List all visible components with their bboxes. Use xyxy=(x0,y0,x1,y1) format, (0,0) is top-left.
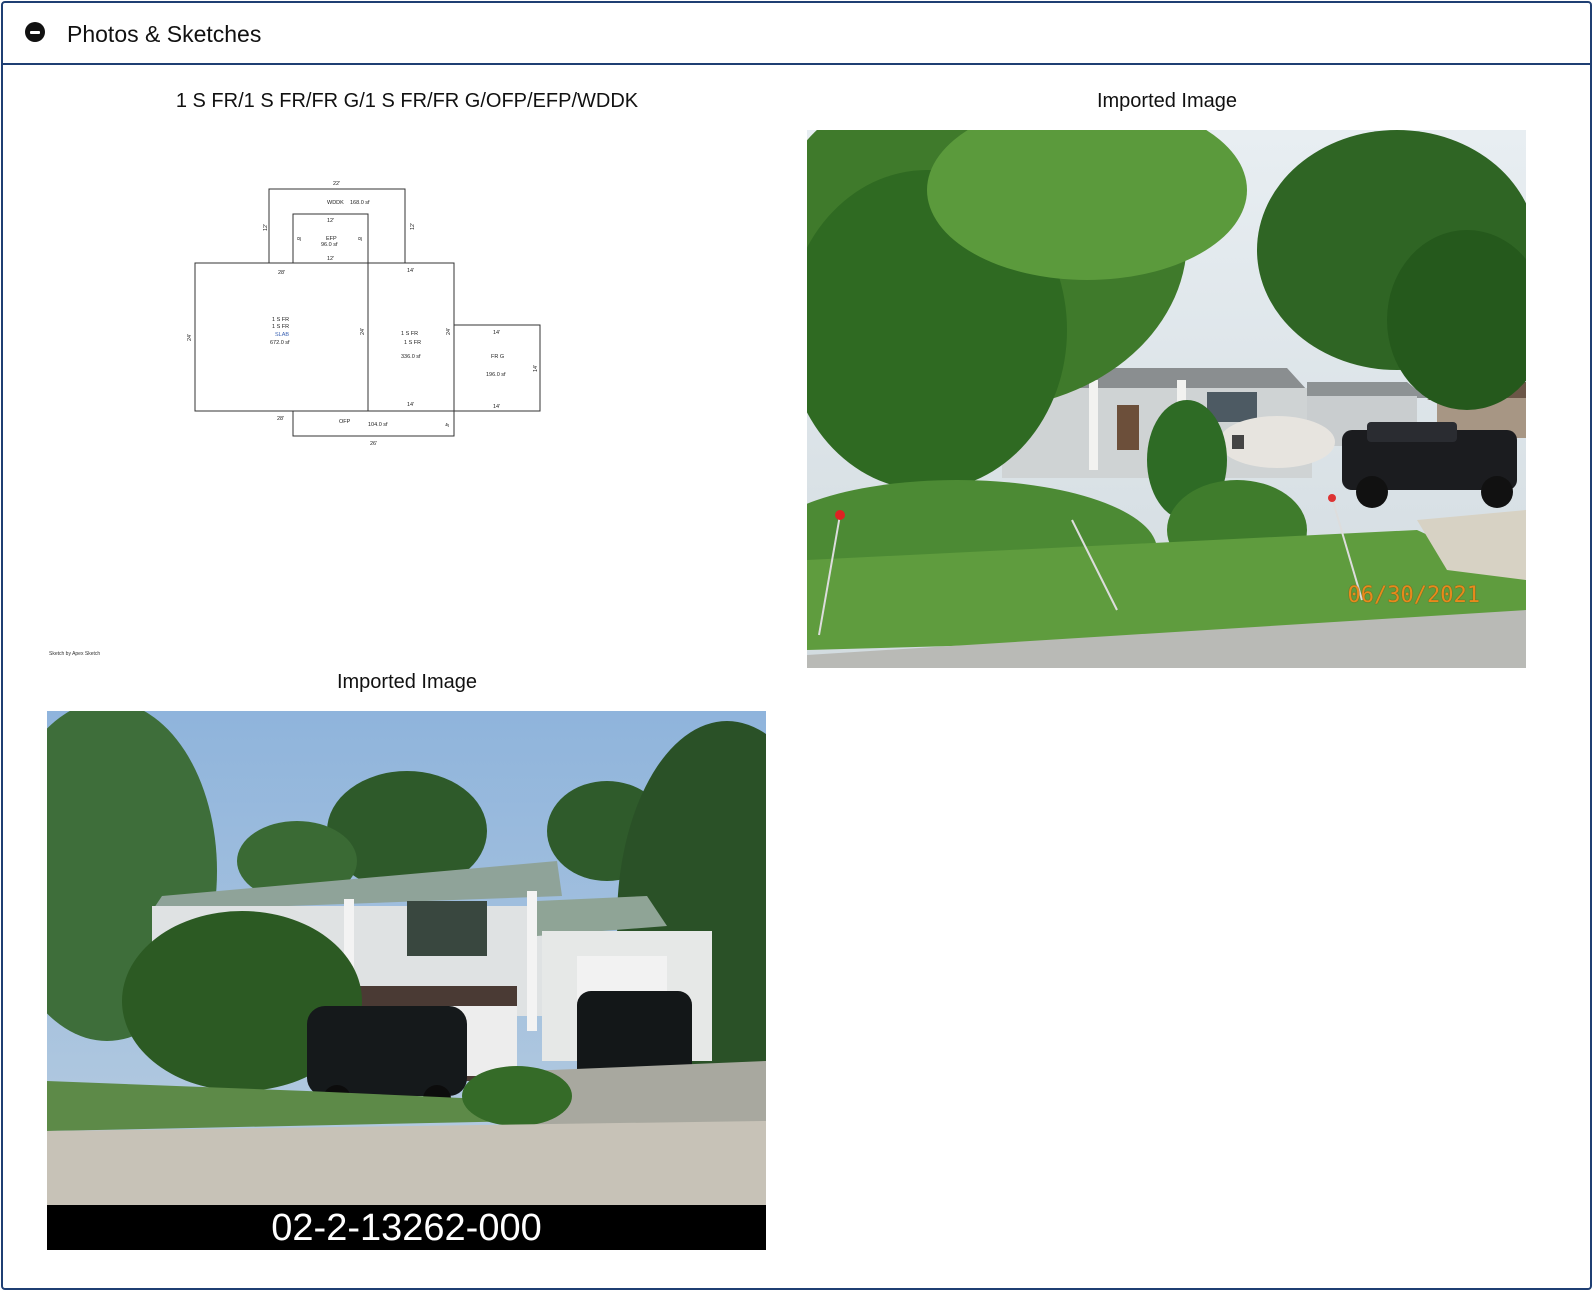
svg-text:28': 28' xyxy=(278,270,285,276)
svg-text:14': 14' xyxy=(407,268,414,274)
ofp-area: 104.0 sf xyxy=(368,422,388,428)
main-area: 672.0 sf xyxy=(270,340,290,346)
main-line3: SLAB xyxy=(275,332,289,338)
sketch-credit: Sketch by Apex Sketch xyxy=(49,651,101,657)
svg-text:14': 14' xyxy=(493,330,500,336)
main-line2: 1 S FR xyxy=(272,324,289,330)
building-sketch[interactable]: WDDK 168.0 sf EFP 96.0 sf 1 S FR 1 S FR … xyxy=(47,131,767,671)
svg-text:24': 24' xyxy=(360,328,366,335)
svg-text:12': 12' xyxy=(327,218,334,224)
photo2-image[interactable]: 02-2-13262-000 xyxy=(47,711,766,1250)
svg-text:4': 4' xyxy=(443,423,449,427)
photos-sketches-panel: Photos & Sketches 1 S FR/1 S FR/FR G/1 S… xyxy=(1,1,1592,1290)
middle-line2: 1 S FR xyxy=(404,340,421,346)
minus-circle-icon[interactable] xyxy=(25,22,45,42)
garage-label: FR G xyxy=(491,354,504,360)
svg-text:24': 24' xyxy=(187,334,193,341)
efp-area: 96.0 sf xyxy=(321,242,338,248)
svg-text:14': 14' xyxy=(407,402,414,408)
svg-text:28': 28' xyxy=(277,416,284,422)
panel-title: Photos & Sketches xyxy=(67,21,262,47)
date-stamp: 06/30/2021 xyxy=(1347,583,1480,608)
middle-area: 336.0 sf xyxy=(401,354,421,360)
sketch-garage xyxy=(453,324,541,412)
sketch-caption: 1 S FR/1 S FR/FR G/1 S FR/FR G/OFP/EFP/W… xyxy=(175,90,639,112)
svg-text:12': 12' xyxy=(327,256,334,262)
wddk-label: WDDK xyxy=(327,200,344,206)
svg-text:24': 24' xyxy=(446,328,452,335)
parcel-number-bar: 02-2-13262-000 xyxy=(47,1205,766,1250)
svg-text:12': 12' xyxy=(410,223,416,230)
svg-text:14': 14' xyxy=(493,404,500,410)
garage-area: 196.0 sf xyxy=(486,372,506,378)
photo1-image[interactable]: 06/30/2021 xyxy=(807,130,1526,668)
wddk-area: 168.0 sf xyxy=(350,200,370,206)
photo2-caption: Imported Image xyxy=(336,671,478,693)
main-line1: 1 S FR xyxy=(272,317,289,323)
photo1-caption: Imported Image xyxy=(1096,90,1238,112)
svg-text:26': 26' xyxy=(370,441,377,447)
ofp-label: OFP xyxy=(339,419,351,425)
svg-text:12': 12' xyxy=(263,224,269,231)
svg-text:8': 8' xyxy=(356,237,362,241)
middle-line1: 1 S FR xyxy=(401,331,418,337)
svg-text:14': 14' xyxy=(533,365,539,372)
svg-text:22': 22' xyxy=(333,181,340,187)
svg-text:8': 8' xyxy=(295,237,301,241)
panel-header[interactable]: Photos & Sketches xyxy=(3,3,1590,65)
sketch-middle xyxy=(367,262,455,412)
